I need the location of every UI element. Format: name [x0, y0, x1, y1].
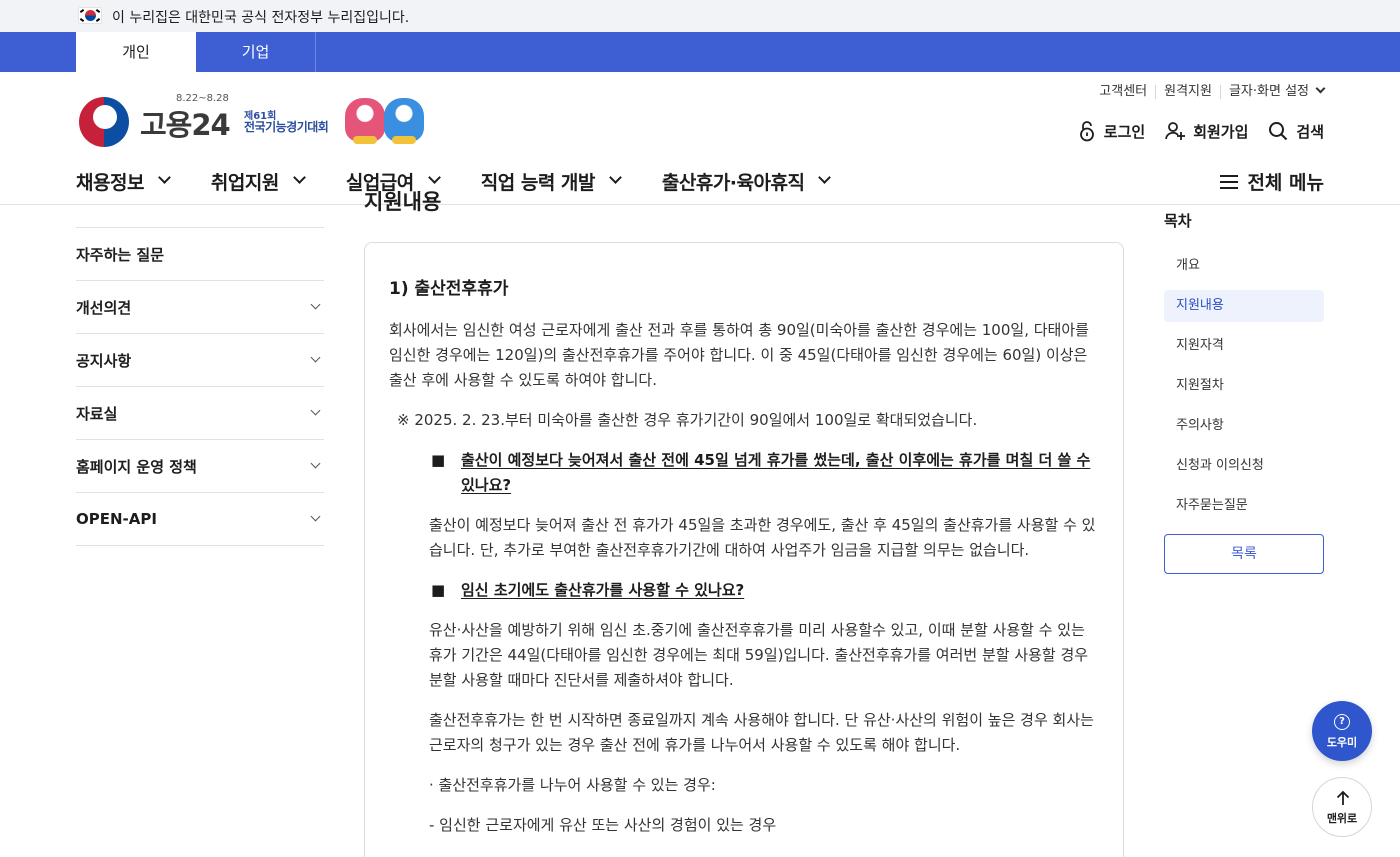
- lnb-item-resources[interactable]: 자료실: [76, 387, 324, 440]
- korea-flag-icon: [78, 7, 102, 24]
- chevron-down-icon: [310, 352, 321, 362]
- remote-support-link[interactable]: 원격지원: [1155, 85, 1220, 99]
- arrow-up-icon: [1336, 791, 1350, 805]
- helper-label: 도우미: [1326, 736, 1358, 749]
- chevron-down-icon: [310, 458, 321, 468]
- global-nav: 채용정보 취업지원 실업급여 직업 능력 개발 출산휴가·육아휴직: [76, 168, 871, 194]
- gnb-label: 취업지원: [210, 171, 279, 194]
- gnb-label: 직업 능력 개발: [480, 171, 596, 194]
- lnb-label: 공지사항: [76, 351, 132, 370]
- member-links: 로그인 회원가입 검색: [1058, 120, 1324, 142]
- gnb-item-parental-leave[interactable]: 출산휴가·육아휴직: [661, 168, 832, 195]
- chevron-down-icon: [158, 170, 171, 184]
- table-of-contents: 목차 개요 지원내용 지원자격 지원절차 주의사항 신청과 이의신청 자주묻는질…: [1164, 210, 1324, 574]
- lnb-item-open-api[interactable]: OPEN-API: [76, 493, 324, 546]
- utility-links: 고객센터 원격지원 글자·화면 설정: [1091, 83, 1326, 101]
- toc-item-faq[interactable]: 자주묻는질문: [1164, 490, 1324, 522]
- logo-wordmark: 고용24: [140, 108, 231, 142]
- list-button[interactable]: 목록: [1164, 534, 1324, 574]
- chevron-down-icon: [310, 299, 321, 309]
- lnb-label: 홈페이지 운영 정책: [76, 457, 197, 476]
- lnb-item-feedback[interactable]: 개선의견: [76, 281, 324, 334]
- question-text: 임신 초기에도 출산휴가를 사용할 수 있나요?: [461, 581, 745, 599]
- tab-individual[interactable]: 개인: [76, 32, 196, 72]
- gnb-label: 출산휴가·육아휴직: [661, 171, 805, 194]
- user-type-tabs: 개인 기업: [0, 32, 1400, 72]
- helper-button[interactable]: ? 도우미: [1312, 701, 1372, 761]
- chevron-down-icon: [310, 511, 321, 521]
- chevron-down-icon: [310, 405, 321, 415]
- login-label: 로그인: [1103, 122, 1146, 141]
- question-2: ■ 임신 초기에도 출산휴가를 사용할 수 있나요?: [429, 578, 1101, 603]
- help-icon: ?: [1334, 714, 1350, 730]
- event-date: 8.22~8.28: [176, 93, 229, 104]
- notice-text: ※ 2025. 2. 23.부터 미숙아를 출산한 경우 휴가기간이 90일에서…: [397, 411, 978, 429]
- chevron-down-icon: [1315, 83, 1326, 94]
- section-title: 지원내용: [364, 190, 442, 214]
- left-nav: 자주하는 질문 개선의견 공지사항 자료실 홈페이지 운영 정책 OPEN-AP…: [76, 227, 324, 546]
- site-header: 고용24 8.22~8.28 제61회 전국기능경기대회 고객센터 원격지원 글…: [0, 72, 1400, 205]
- toc-item-overview[interactable]: 개요: [1164, 250, 1324, 282]
- lnb-label: 개선의견: [76, 298, 132, 317]
- lnb-label: OPEN-API: [76, 510, 157, 528]
- gnb-item-job-info[interactable]: 채용정보: [76, 168, 171, 195]
- qa-section: ■ 출산이 예정보다 늦어져서 출산 전에 45일 넘게 휴가를 썼는데, 출산 …: [389, 448, 1101, 838]
- mascot-blue-icon: [384, 98, 424, 144]
- gnb-item-skills-development[interactable]: 직업 능력 개발: [480, 168, 622, 195]
- lnb-label: 자주하는 질문: [76, 245, 165, 264]
- chevron-down-icon: [609, 170, 622, 184]
- lnb-item-site-policy[interactable]: 홈페이지 운영 정책: [76, 440, 324, 493]
- toc-item-eligibility[interactable]: 지원자격: [1164, 330, 1324, 362]
- scroll-top-button[interactable]: 맨위로: [1312, 777, 1372, 837]
- mascot-pink-icon: [345, 98, 385, 144]
- chevron-down-icon: [427, 170, 441, 184]
- event-name: 전국기능경기대회: [244, 120, 329, 134]
- toc-title: 목차: [1164, 212, 1192, 230]
- search-icon: [1269, 122, 1288, 141]
- intro-paragraph: 회사에서는 임신한 여성 근로자에게 출산 전과 후를 통하여 총 90일(미숙…: [389, 321, 1089, 389]
- toc-item-application[interactable]: 신청과 이의신청: [1164, 450, 1324, 482]
- all-menu-button[interactable]: 전체 메뉴: [1220, 168, 1324, 195]
- gov-banner: 이 누리집은 대한민국 공식 전자정부 누리집입니다.: [0, 0, 1400, 32]
- gnb-label: 채용정보: [76, 171, 144, 194]
- chevron-down-icon: [818, 170, 832, 184]
- signup-button[interactable]: 회원가입: [1165, 121, 1248, 142]
- answer-2: 유산·사산을 예방하기 위해 임신 초.중기에 출산전후휴가를 미리 사용할수 …: [429, 621, 1089, 689]
- hamburger-icon: [1220, 174, 1239, 189]
- toc-item-support-content[interactable]: 지원내용: [1164, 290, 1324, 322]
- signup-label: 회원가입: [1193, 122, 1249, 141]
- content-card: 1) 출산전후휴가 회사에서는 임신한 여성 근로자에게 출산 전과 후를 통하…: [364, 242, 1124, 857]
- user-add-icon: [1165, 122, 1186, 140]
- content-body: 1) 출산전후휴가 회사에서는 임신한 여성 근로자에게 출산 전과 후를 통하…: [389, 277, 1101, 853]
- login-button[interactable]: 로그인: [1078, 120, 1145, 142]
- subsection-title: 1) 출산전후휴가: [389, 279, 509, 299]
- display-settings-button[interactable]: 글자·화면 설정: [1219, 83, 1326, 99]
- square-bullet-icon: ■: [431, 451, 446, 469]
- gnb-item-employment-support[interactable]: 취업지원: [210, 168, 306, 195]
- answer-1: 출산이 예정보다 늦어져 출산 전 휴가가 45일을 초과한 경우에도, 출산 …: [429, 516, 1096, 559]
- chevron-down-icon: [292, 170, 306, 184]
- tab-company[interactable]: 기업: [196, 32, 316, 72]
- lnb-item-faq[interactable]: 자주하는 질문: [76, 228, 324, 281]
- customer-center-link[interactable]: 고객센터: [1091, 85, 1155, 99]
- search-label: 검색: [1296, 122, 1324, 141]
- all-menu-label: 전체 메뉴: [1247, 172, 1324, 194]
- gov-emblem-icon: [79, 97, 129, 147]
- answer-3: 출산전후휴가는 한 번 시작하면 종료일까지 계속 사용해야 합니다. 단 유산…: [429, 711, 1094, 754]
- list-item: - 임신한 근로자에게 유산 또는 사산의 경험이 있는 경우: [429, 816, 777, 834]
- search-button[interactable]: 검색: [1268, 121, 1324, 142]
- toc-item-cautions[interactable]: 주의사항: [1164, 410, 1324, 442]
- list-heading: · 출산전후휴가를 나누어 사용할 수 있는 경우:: [429, 776, 716, 794]
- question-text: 출산이 예정보다 늦어져서 출산 전에 45일 넘게 휴가를 썼는데, 출산 이…: [461, 451, 1091, 494]
- square-bullet-icon: ■: [431, 581, 446, 599]
- lnb-label: 자료실: [76, 404, 118, 423]
- display-settings-label: 글자·화면 설정: [1228, 84, 1309, 99]
- question-1: ■ 출산이 예정보다 늦어져서 출산 전에 45일 넘게 휴가를 썼는데, 출산 …: [429, 448, 1101, 498]
- lnb-item-notice[interactable]: 공지사항: [76, 334, 324, 387]
- toc-item-procedure[interactable]: 지원절차: [1164, 370, 1324, 402]
- gov-banner-text: 이 누리집은 대한민국 공식 전자정부 누리집입니다.: [112, 10, 410, 26]
- lock-icon: [1079, 121, 1094, 142]
- scroll-top-label: 맨위로: [1326, 812, 1358, 825]
